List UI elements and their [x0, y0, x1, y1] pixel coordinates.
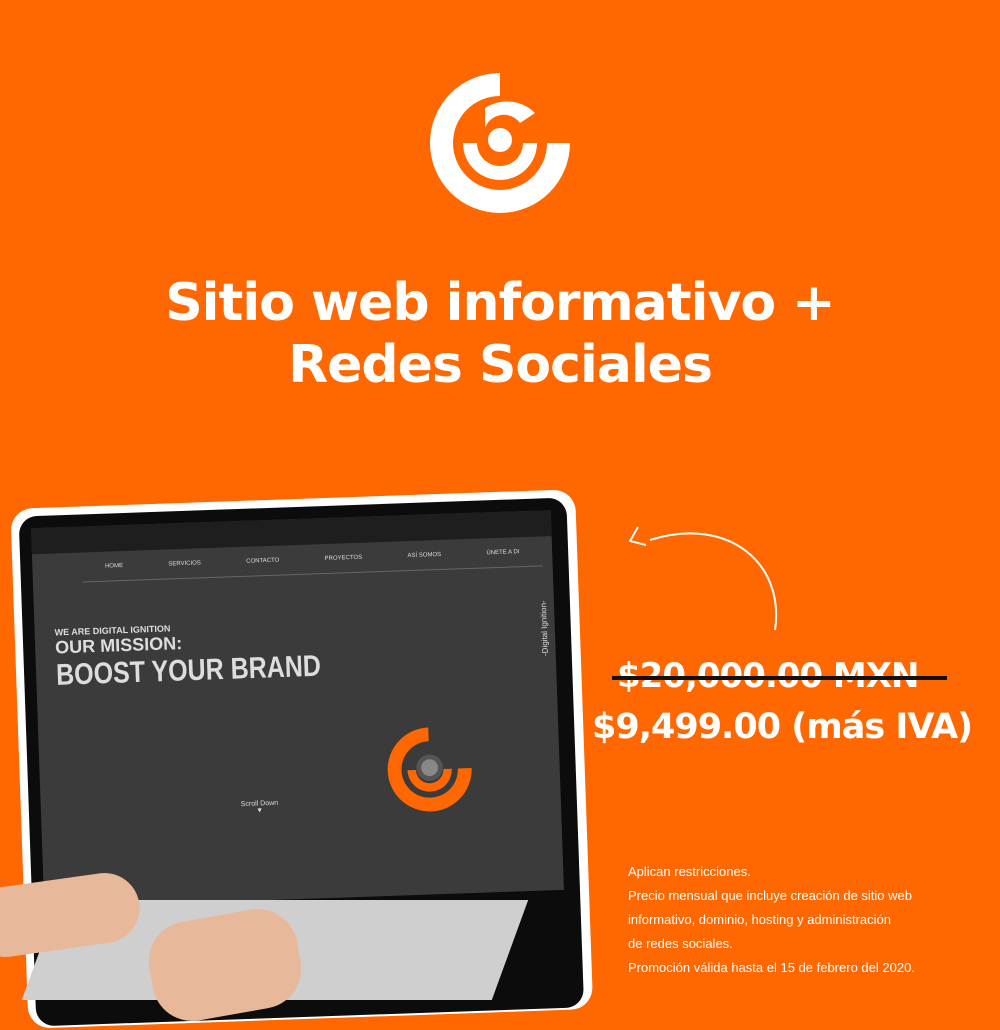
fine-line: de redes sociales. [628, 936, 733, 951]
nav-asi-somos: ASÍ SOMOS [407, 551, 442, 559]
logo-icon [430, 73, 570, 213]
scroll-down: Scroll Down ▼ [241, 800, 279, 815]
nav-unete: ÚNETE A DI [486, 548, 520, 556]
side-label: -Digital Ignition- [538, 600, 550, 657]
mission-block: WE ARE DIGITAL IGNITION OUR MISSION: BOO… [54, 618, 321, 692]
fine-line: Promoción válida hasta el 15 de febrero … [628, 960, 915, 975]
laptop-screen: HOME SERVICIOS CONTACTO PROYECTOS ASÍ SO… [31, 510, 564, 909]
nav-contacto: CONTACTO [246, 557, 280, 565]
fine-print: Aplican restricciones. Precio mensual qu… [628, 860, 915, 980]
nav-proyectos: PROYECTOS [324, 554, 363, 562]
new-price: $9,499.00 (más IVA) [592, 707, 973, 747]
fine-line: Aplican restricciones. [628, 864, 751, 879]
strikethrough-line [612, 676, 947, 680]
site-logo-icon [387, 727, 472, 812]
curved-arrow-icon [628, 526, 778, 631]
triangle-down-icon: ▼ [256, 807, 264, 815]
nav-home: HOME [104, 562, 124, 570]
headline: Sitio web informativo + Redes Sociales [0, 272, 1000, 396]
fine-line: informativo, dominio, hosting y administ… [628, 912, 892, 927]
fine-line: Precio mensual que incluye creación de s… [628, 888, 912, 903]
nav-servicios: SERVICIOS [168, 559, 201, 567]
headline-line1: Sitio web informativo + [165, 273, 836, 333]
headline-line2: Redes Sociales [288, 335, 713, 395]
